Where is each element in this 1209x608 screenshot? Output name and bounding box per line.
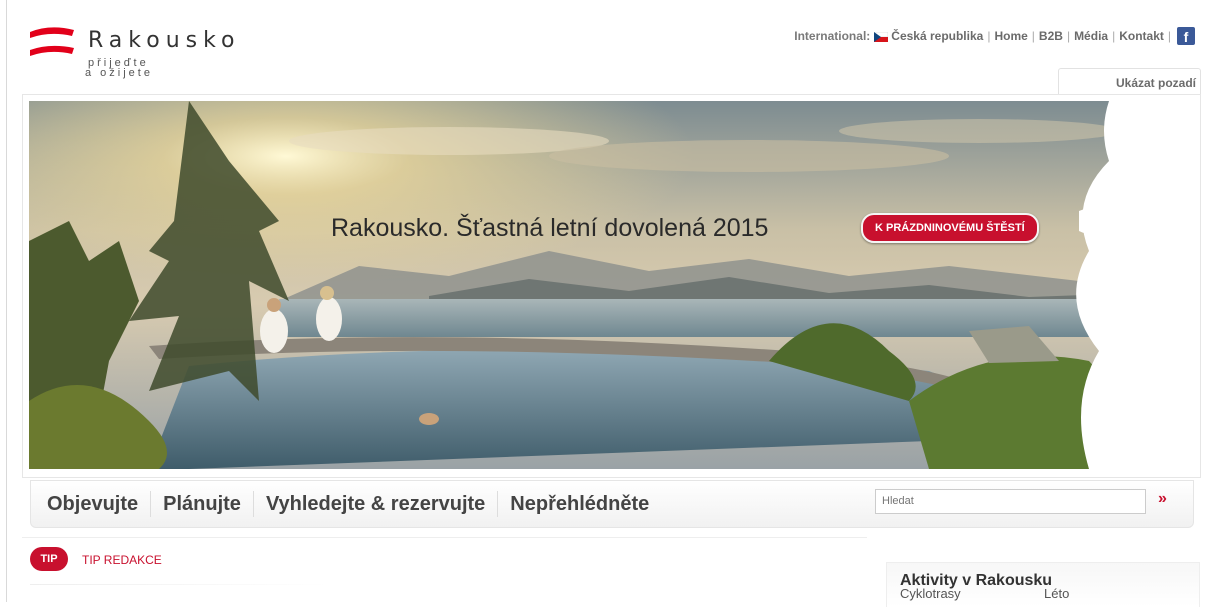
editor-tip-section: TIP TIP REDAKCE: [22, 537, 867, 608]
separator: |: [1167, 29, 1171, 43]
nav-item-discover[interactable]: Objevujte: [31, 491, 150, 517]
search-field[interactable]: [875, 489, 1146, 514]
country-link[interactable]: Česká republika: [891, 29, 983, 43]
facebook-icon[interactable]: f: [1177, 27, 1195, 45]
holiday-happiness-button[interactable]: K PRÁZDNINOVÉMU ŠTĚSTÍ: [861, 213, 1039, 243]
hero-banner[interactable]: Rakousko. Šťastná letní dovolená 2015 K …: [29, 101, 1197, 469]
top-navigation: International: Česká republika | Home | …: [794, 27, 1195, 45]
show-background-tab[interactable]: Ukázat pozadí: [1058, 68, 1201, 95]
editor-tip-label: TIP REDAKCE: [82, 553, 162, 567]
hero-title: Rakousko. Šťastná letní dovolená 2015: [331, 214, 769, 242]
logo[interactable]: Rakousko přijeďte a ožijete: [28, 26, 268, 86]
b2b-link[interactable]: B2B: [1039, 29, 1063, 43]
tip-badge: TIP: [30, 547, 68, 571]
separator: |: [1031, 29, 1035, 43]
page-frame-left: [6, 0, 7, 602]
media-link[interactable]: Média: [1074, 29, 1108, 43]
austria-flag-logo-icon: [30, 27, 74, 56]
activity-item-cycling[interactable]: Cyklotrasy: [900, 586, 961, 601]
separator: |: [1112, 29, 1116, 43]
separator: |: [1066, 29, 1071, 43]
contact-link[interactable]: Kontakt: [1119, 29, 1164, 43]
search-submit-icon[interactable]: »: [1158, 490, 1167, 508]
nav-item-plan[interactable]: Plánujte: [150, 491, 253, 517]
show-background-label: Ukázat pozadí: [1115, 76, 1196, 90]
nav-item-search-book[interactable]: Vyhledejte & rezervujte: [252, 491, 497, 517]
logo-title: Rakousko: [88, 28, 241, 53]
international-label: International:: [794, 29, 871, 43]
separator: |: [987, 29, 991, 43]
czech-flag-icon: [874, 31, 889, 42]
hero-landscape-image: [29, 101, 1197, 469]
main-navigation: Objevujte Plánujte Vyhledejte & rezervuj…: [30, 480, 1194, 528]
logo-subtitle-line2: a ožijete: [85, 67, 153, 79]
nav-item-dont-miss[interactable]: Nepřehlédněte: [497, 491, 661, 517]
home-link[interactable]: Home: [994, 29, 1027, 43]
divider: [30, 584, 330, 585]
activity-item-summer[interactable]: Léto: [1044, 586, 1069, 601]
search-input[interactable]: [876, 490, 1143, 511]
